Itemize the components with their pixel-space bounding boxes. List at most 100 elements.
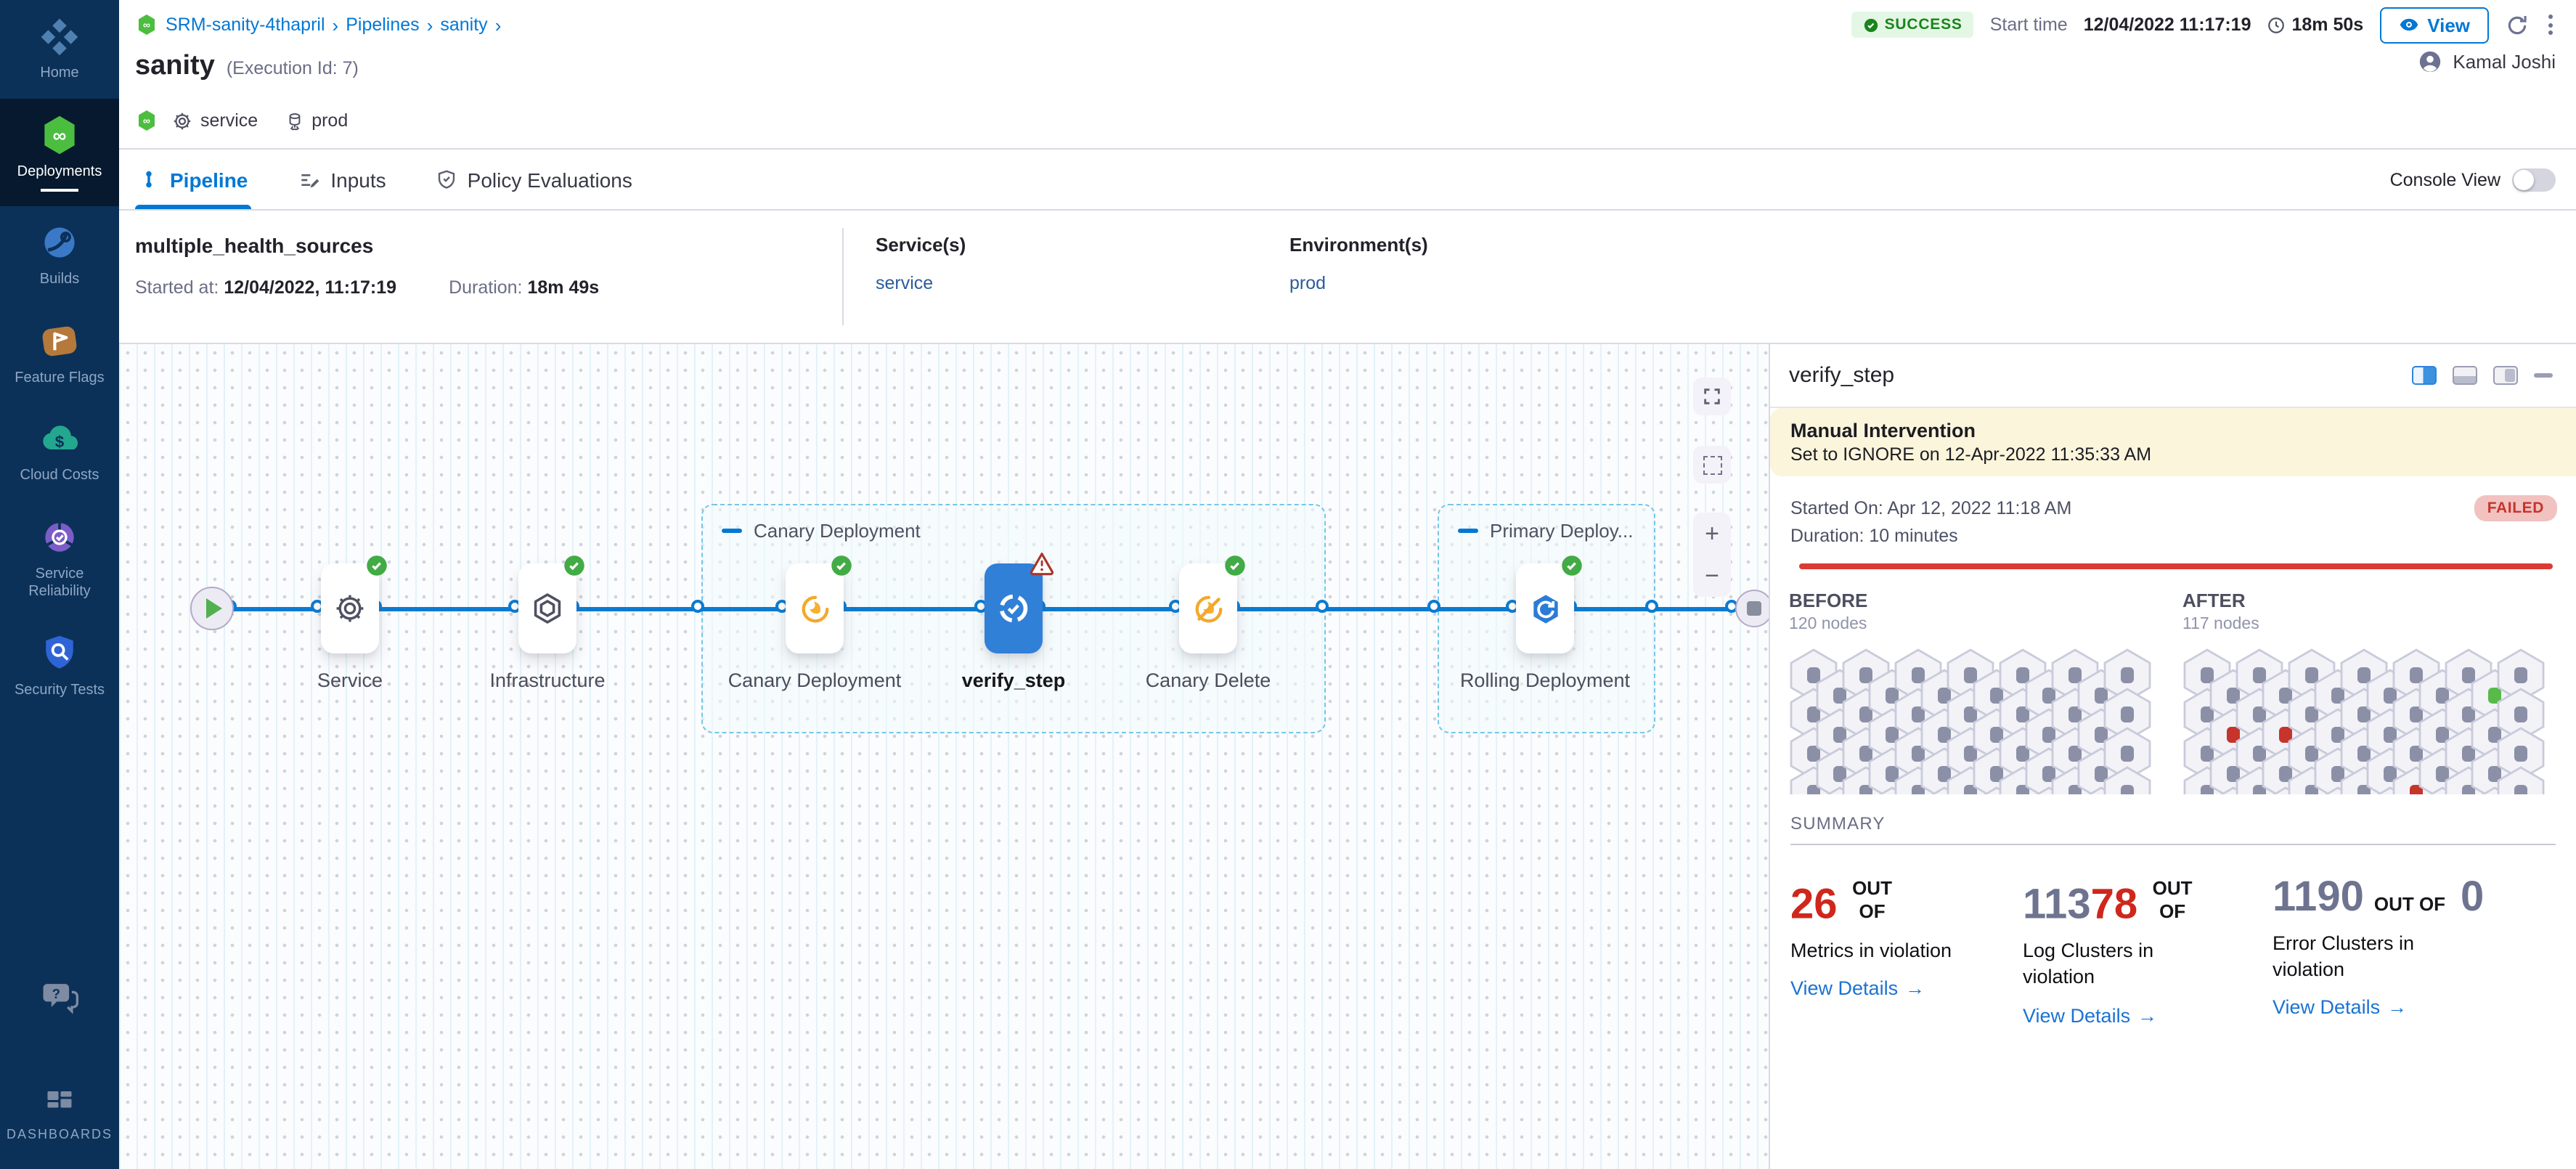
view-details-link[interactable]: View Details→	[2273, 997, 2407, 1019]
collapse-group-icon[interactable]	[1458, 529, 1478, 533]
view-details-link[interactable]: View Details→	[2023, 1004, 2157, 1026]
canary-delete-icon	[1190, 590, 1226, 627]
sidebar-item-label: Cloud Costs	[20, 468, 99, 486]
refresh-icon[interactable]	[2505, 12, 2530, 37]
environment-icon	[284, 110, 304, 131]
node-label: verify_step	[926, 667, 1101, 695]
started-at-value: 12/04/2022, 11:17:19	[224, 277, 396, 298]
start-node[interactable]	[190, 587, 234, 630]
sidebar-item-cloud-costs[interactable]: $ Cloud Costs	[0, 402, 119, 500]
connector-port	[691, 599, 704, 612]
environment-link[interactable]: prod	[1289, 273, 1671, 293]
home-icon	[38, 15, 81, 58]
fullscreen-button[interactable]	[1693, 378, 1731, 415]
hex-node-normal[interactable]	[2496, 765, 2546, 794]
more-options-icon[interactable]	[2546, 12, 2556, 38]
pipeline-status-icon: ∞	[135, 109, 158, 132]
svg-text:∞: ∞	[143, 19, 150, 30]
sidebar-item-label: Feature Flags	[15, 370, 104, 388]
sidebar-item-feature-flags[interactable]: Feature Flags	[0, 304, 119, 402]
app-root: Home ∞ Deployments Builds Feature Flags	[0, 0, 2576, 1169]
tab-label: Pipeline	[170, 168, 248, 191]
tab-policy-evaluations[interactable]: Policy Evaluations	[433, 150, 635, 209]
service-link[interactable]: service	[876, 273, 1258, 293]
zoom-in-button[interactable]: +	[1693, 513, 1731, 555]
after-count: 117 nodes	[2182, 616, 2576, 633]
svg-text:$: $	[55, 433, 65, 451]
layout-floating-view-icon[interactable]	[2493, 366, 2518, 385]
environment-chip[interactable]: prod	[284, 110, 348, 131]
collapse-group-icon[interactable]	[722, 529, 742, 533]
stat-value: 26	[1790, 882, 1838, 929]
sidebar-item-service-reliability[interactable]: Service Reliability	[0, 500, 119, 616]
connector-port	[1645, 599, 1658, 612]
title-row: sanity (Execution Id: 7) Kamal Joshi	[135, 49, 2556, 93]
feature-flags-icon	[38, 319, 81, 362]
view-details-link[interactable]: View Details→	[1790, 978, 1925, 1000]
service-reliability-icon	[38, 515, 81, 558]
sidebar-item-help[interactable]: ?	[0, 960, 119, 1032]
before-label: BEFORE	[1789, 590, 2182, 611]
tab-pipeline[interactable]: Pipeline	[135, 150, 250, 209]
step-started: Started On: Apr 12, 2022 11:18 AM	[1790, 495, 2556, 523]
run-info-bar: multiple_health_sources Started at: 12/0…	[119, 211, 2576, 344]
failed-badge: FAILED	[2474, 495, 2557, 521]
tab-inputs[interactable]: Inputs	[294, 150, 388, 209]
summary-label: SUMMARY	[1770, 813, 2576, 834]
started-at-label: Started at:	[135, 277, 219, 298]
sidebar-item-deployments[interactable]: ∞ Deployments	[0, 98, 119, 206]
before-hex-grid	[1789, 648, 2155, 794]
duration-value: 18m 50s	[2292, 15, 2364, 35]
metrics-stat: 26OUT OF Metrics in violation View Detai…	[1790, 877, 2002, 1029]
warning-badge-icon	[1028, 550, 1056, 577]
failed-progress-bar	[1799, 563, 2553, 569]
node-service[interactable]	[321, 563, 379, 653]
zoom-out-button[interactable]: −	[1693, 555, 1731, 597]
status-badge: SUCCESS	[1851, 12, 1974, 38]
banner-text: Set to IGNORE on 12-Apr-2022 11:35:33 AM	[1790, 444, 2556, 465]
error-clusters-stat: 1190OUT OF 0 Error Clusters in violation…	[2273, 877, 2519, 1029]
sidebar-item-dashboards[interactable]: DASHBOARDS	[0, 1070, 119, 1158]
pipeline-canvas[interactable]: Canary Deployment Primary Deploy...	[119, 344, 1769, 1169]
node-infrastructure[interactable]	[518, 563, 576, 653]
view-button[interactable]: View	[2379, 7, 2489, 43]
breadcrumb-project[interactable]: SRM-sanity-4thapril	[166, 15, 325, 35]
duration-label: Duration:	[449, 277, 522, 298]
success-badge-icon	[831, 555, 852, 577]
environment-chip-label: prod	[311, 110, 348, 131]
end-node[interactable]	[1735, 590, 1769, 627]
layout-split-view-icon[interactable]	[2412, 366, 2437, 385]
hex-node-normal[interactable]	[2103, 765, 2152, 794]
before-column: BEFORE 120 nodes	[1789, 590, 2182, 794]
inputs-tab-icon	[297, 168, 320, 191]
node-verify-step[interactable]	[985, 563, 1043, 653]
verify-step-icon	[995, 590, 1032, 627]
minimize-panel-icon[interactable]	[2534, 373, 2553, 378]
eye-icon	[2398, 15, 2418, 35]
sidebar-item-builds[interactable]: Builds	[0, 206, 119, 304]
sidebar-item-home[interactable]: Home	[0, 0, 119, 98]
breadcrumb-pipelines[interactable]: Pipelines	[346, 15, 419, 35]
infrastructure-icon	[530, 591, 565, 626]
step-details-panel: verify_step Manual Intervention Set to I…	[1769, 344, 2576, 1169]
marquee-select-button[interactable]	[1693, 446, 1731, 484]
success-check-icon	[1863, 17, 1879, 33]
sidebar-spacer	[0, 1032, 119, 1070]
stage-name: multiple_health_sources	[135, 234, 842, 257]
console-view-toggle[interactable]	[2512, 168, 2556, 191]
arrow-icon: →	[1905, 978, 1925, 1000]
node-rolling-deployment[interactable]	[1516, 563, 1574, 653]
sidebar: Home ∞ Deployments Builds Feature Flags	[0, 0, 119, 1169]
user-menu[interactable]: Kamal Joshi	[2418, 49, 2556, 74]
svg-text:?: ?	[52, 985, 60, 1001]
service-chip[interactable]: service	[171, 110, 258, 131]
after-column: AFTER 117 nodes	[2182, 590, 2576, 794]
node-canary-delete[interactable]	[1179, 563, 1237, 653]
step-duration: Duration: 10 minutes	[1790, 523, 2556, 550]
layout-bottom-view-icon[interactable]	[2453, 366, 2477, 385]
security-tests-icon	[38, 631, 81, 675]
node-canary-deployment[interactable]	[786, 563, 844, 653]
gear-icon	[171, 110, 193, 131]
breadcrumb-pipeline-name[interactable]: sanity	[440, 15, 487, 35]
sidebar-item-security-tests[interactable]: Security Tests	[0, 616, 119, 714]
